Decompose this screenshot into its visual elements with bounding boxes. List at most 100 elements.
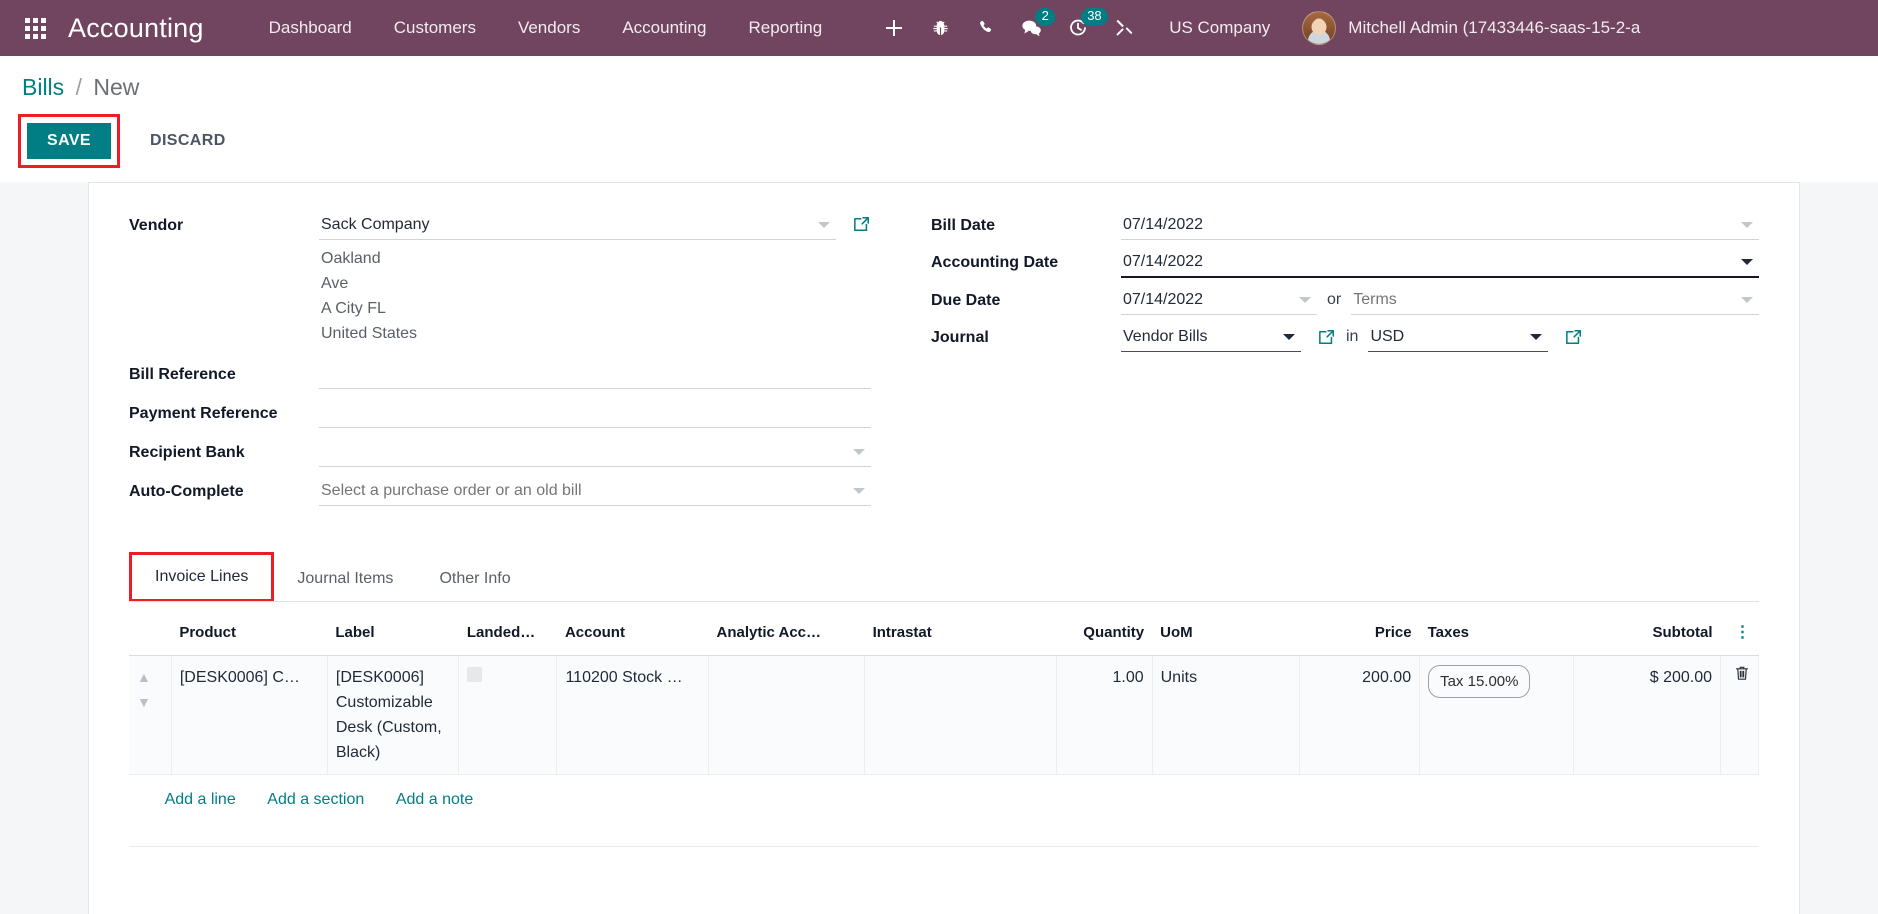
field-row-bill-reference: Bill Reference [129, 359, 871, 389]
field-row-accounting-date: Accounting Date [931, 247, 1759, 278]
field-row-payment-reference: Payment Reference [129, 398, 871, 428]
apps-grid-icon[interactable] [12, 17, 58, 39]
vendor-address-line: Oakland [321, 249, 381, 267]
breadcrumb-root-bills[interactable]: Bills [22, 74, 64, 100]
header-account[interactable]: Account [556, 616, 709, 657]
journal-input[interactable] [1121, 322, 1301, 352]
bill-reference-input[interactable] [319, 359, 871, 389]
or-separator-label: or [1327, 291, 1342, 309]
drag-handle-icon[interactable]: ▲ ▼ [137, 669, 151, 710]
cell-uom[interactable]: Units [1152, 655, 1300, 775]
auto-complete-input[interactable] [319, 476, 871, 506]
phone-icon[interactable] [963, 0, 1009, 56]
vendor-address-line: United States [321, 324, 418, 342]
cell-delete[interactable] [1720, 655, 1759, 775]
field-row-journal: Journal in [931, 322, 1759, 352]
header-analytic[interactable]: Analytic Acc… [708, 616, 865, 657]
user-menu[interactable]: Mitchell Admin (17433446-saas-15-2-a [1302, 11, 1640, 45]
row-drag-handle-cell[interactable]: ▲ ▼ [129, 655, 172, 775]
header-label[interactable]: Label [327, 616, 459, 657]
breadcrumb: Bills / New [22, 56, 1878, 102]
bug-icon[interactable] [917, 0, 963, 56]
field-row-auto-complete: Auto-Complete [129, 476, 871, 506]
messages-badge: 2 [1035, 8, 1056, 26]
payment-reference-label: Payment Reference [129, 404, 278, 422]
due-date-input[interactable] [1121, 285, 1317, 315]
form-notebook-tabs: Invoice Lines Journal Items Other Info [129, 551, 1759, 603]
tax-badge[interactable]: Tax 15.00% [1428, 665, 1531, 699]
bill-form-sheet: Vendor Sack Company Oakland Ave A City F… [88, 181, 1800, 914]
bill-date-input[interactable] [1121, 210, 1759, 240]
breadcrumb-separator: / [75, 74, 82, 100]
recipient-bank-input[interactable] [319, 437, 871, 467]
form-page-background: Vendor Sack Company Oakland Ave A City F… [0, 181, 1878, 914]
accounting-date-input[interactable] [1121, 247, 1759, 278]
landed-cost-checkbox[interactable] [467, 667, 483, 683]
cell-price[interactable]: 200.00 [1299, 655, 1421, 775]
vendor-input[interactable] [319, 210, 836, 240]
menu-item-accounting[interactable]: Accounting [601, 0, 727, 56]
cell-quantity[interactable]: 1.00 [1056, 655, 1153, 775]
header-subtotal[interactable]: Subtotal [1573, 616, 1721, 657]
currency-external-link-icon[interactable] [1564, 328, 1583, 347]
top-navbar: Accounting Dashboard Customers Vendors A… [0, 0, 1878, 56]
journal-external-link-icon[interactable] [1317, 328, 1336, 347]
optional-columns-icon[interactable]: ⋮ [1720, 616, 1759, 657]
field-row-vendor: Vendor Sack Company Oakland Ave A City F… [129, 210, 871, 346]
payment-reference-input[interactable] [319, 398, 871, 428]
tab-other-info[interactable]: Other Info [416, 557, 533, 602]
due-date-label: Due Date [931, 291, 1001, 309]
header-product[interactable]: Product [171, 616, 328, 657]
vendor-external-link-icon[interactable] [852, 215, 871, 234]
payment-terms-input[interactable] [1351, 285, 1759, 315]
cell-account[interactable]: 110200 Stock … [556, 655, 710, 775]
add-links-row: Add a line Add a section Add a note [129, 774, 1759, 825]
activity-clock-icon[interactable]: 38 [1055, 0, 1108, 56]
menu-item-reporting[interactable]: Reporting [727, 0, 843, 56]
add-a-section-link[interactable]: Add a section [267, 791, 364, 808]
save-button-highlight: SAVE [18, 113, 120, 168]
header-quantity[interactable]: Quantity [1056, 616, 1153, 657]
add-links-cell: Add a line Add a section Add a note [129, 775, 1759, 825]
header-intrastat[interactable]: Intrastat [864, 616, 1057, 657]
header-landed[interactable]: Landed… [458, 616, 557, 657]
table-row[interactable]: ▲ ▼ [DESK0006] C… [DESK0006] Customizable… [129, 655, 1759, 775]
journal-label: Journal [931, 328, 989, 346]
invoice-lines-table: Product Label Landed… Account Analytic A… [129, 616, 1759, 848]
header-uom[interactable]: UoM [1152, 616, 1300, 657]
cell-taxes[interactable]: Tax 15.00% [1419, 655, 1574, 775]
form-action-buttons: SAVE DISCARD [18, 102, 1878, 182]
bill-date-label: Bill Date [931, 216, 996, 234]
add-a-line-link[interactable]: Add a line [165, 791, 236, 808]
currency-input[interactable] [1368, 322, 1549, 352]
field-row-due-date: Due Date or [931, 285, 1759, 315]
menu-item-customers[interactable]: Customers [373, 0, 497, 56]
header-price[interactable]: Price [1299, 616, 1420, 657]
save-button[interactable]: SAVE [27, 122, 111, 159]
tab-journal-items[interactable]: Journal Items [274, 557, 416, 602]
cell-label[interactable]: [DESK0006] Customizable Desk (Custom, Bl… [327, 655, 460, 775]
vertical-dots-icon[interactable]: ⋮ [1735, 624, 1751, 641]
company-switcher[interactable]: US Company [1169, 18, 1270, 38]
menu-item-dashboard[interactable]: Dashboard [248, 0, 373, 56]
plus-icon[interactable] [871, 0, 917, 56]
trash-icon[interactable] [1734, 667, 1750, 686]
messages-icon[interactable]: 2 [1009, 0, 1056, 56]
vendor-address-line: A City FL [321, 299, 386, 317]
discard-button[interactable]: DISCARD [136, 123, 240, 159]
avatar [1302, 11, 1337, 45]
app-brand-title[interactable]: Accounting [68, 13, 204, 44]
footer-divider [129, 845, 1759, 848]
cell-product[interactable]: [DESK0006] C… [171, 655, 328, 775]
tab-invoice-lines[interactable]: Invoice Lines [132, 554, 272, 600]
field-row-bill-date: Bill Date [931, 210, 1759, 240]
in-separator-label: in [1346, 328, 1359, 346]
add-a-note-link[interactable]: Add a note [396, 791, 473, 808]
tools-icon[interactable] [1101, 0, 1147, 56]
menu-item-vendors[interactable]: Vendors [497, 0, 601, 56]
header-taxes[interactable]: Taxes [1419, 616, 1574, 657]
cell-landed[interactable] [458, 655, 558, 775]
control-panel: Bills / New SAVE DISCARD [0, 56, 1878, 182]
cell-analytic[interactable] [708, 655, 866, 775]
cell-intrastat[interactable] [864, 655, 1057, 775]
